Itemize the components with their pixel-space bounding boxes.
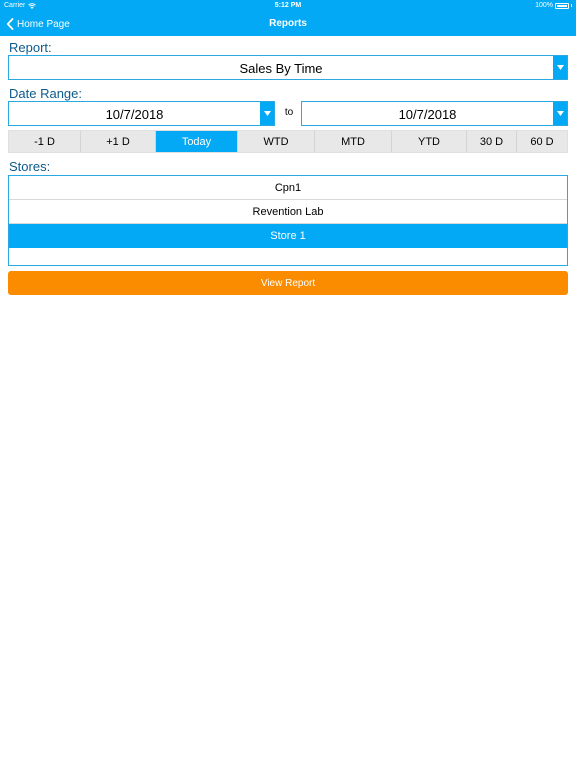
stores-label: Stores:: [9, 159, 51, 174]
chevron-down-icon: [260, 102, 274, 125]
range-button-plus-1d[interactable]: +1 D: [81, 131, 156, 152]
battery-percent: 100%: [535, 2, 553, 9]
range-button-today[interactable]: Today: [156, 131, 238, 152]
store-row-cpn1[interactable]: Cpn1: [9, 176, 567, 200]
start-date-dropdown[interactable]: 10/7/2018: [8, 101, 275, 126]
range-button-60d[interactable]: 60 D: [517, 131, 567, 152]
range-button-30d[interactable]: 30 D: [467, 131, 517, 152]
quick-range-segmented-control: -1 D +1 D Today WTD MTD YTD 30 D 60 D: [8, 130, 568, 153]
chevron-down-icon: [553, 56, 567, 79]
range-button-ytd[interactable]: YTD: [392, 131, 467, 152]
report-dropdown-value: Sales By Time: [239, 61, 323, 76]
page-title: Reports: [269, 18, 307, 29]
date-range-label: Date Range:: [9, 86, 82, 101]
stores-list: Cpn1 Revention Lab Store 1: [8, 175, 568, 266]
end-date-value: 10/7/2018: [398, 107, 457, 122]
start-date-value: 10/7/2018: [105, 107, 164, 122]
store-row-store-1[interactable]: Store 1: [9, 224, 567, 248]
range-button-wtd[interactable]: WTD: [238, 131, 315, 152]
navigation-bar: Home Page Reports: [0, 12, 576, 36]
date-range-separator: to: [284, 107, 294, 118]
end-date-dropdown[interactable]: 10/7/2018: [301, 101, 568, 126]
range-button-mtd[interactable]: MTD: [315, 131, 392, 152]
range-button-minus-1d[interactable]: -1 D: [9, 131, 81, 152]
battery-icon: [555, 2, 569, 9]
view-report-button[interactable]: View Report: [8, 271, 568, 295]
battery-tip: [571, 4, 572, 7]
battery-indicator: 100%: [535, 2, 572, 9]
chevron-down-icon: [553, 102, 567, 125]
report-label: Report:: [9, 40, 52, 55]
status-time: 5:12 PM: [274, 2, 302, 9]
report-dropdown[interactable]: Sales By Time: [8, 55, 568, 80]
store-row-revention-lab[interactable]: Revention Lab: [9, 200, 567, 224]
status-bar: Carrier 5:12 PM 100%: [0, 0, 576, 12]
